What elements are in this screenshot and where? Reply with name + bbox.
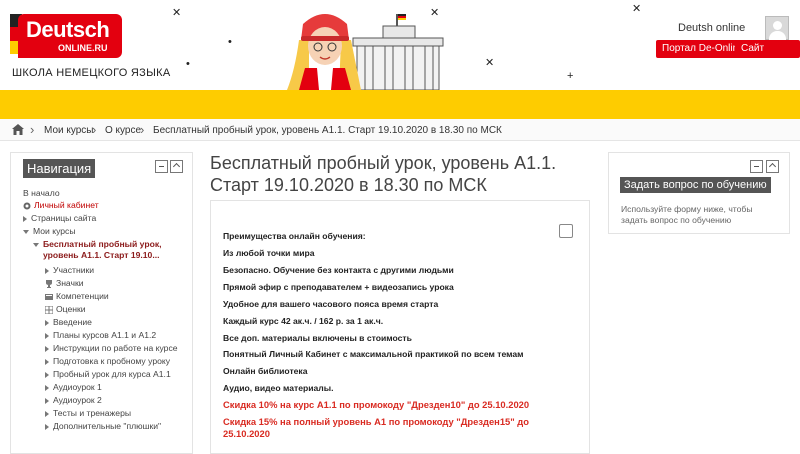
expand-icon [45,332,49,339]
expand-icon [45,345,49,352]
header-illustration [287,14,444,90]
nav-item-dashboard[interactable]: Личный кабинет [23,200,99,210]
expand-icon [45,384,49,391]
logo-sub-text: ONLINE.RU [58,43,108,53]
ask-question-title: Задать вопрос по обучению [620,177,771,193]
breadcrumb-separator-icon: › [140,122,145,137]
expand-icon [45,371,49,378]
dot-deco-icon: • [186,58,190,70]
cross-deco-icon: ✕ [172,7,182,19]
breadcrumb-current-page: Бесплатный пробный урок, уровень А1.1. С… [153,125,502,136]
completion-checkbox[interactable] [559,224,573,238]
nav-item-section[interactable]: Введение [45,317,92,327]
collapse-block-icon[interactable] [750,160,763,173]
nav-item-grades[interactable]: Оценки [45,304,86,314]
feature-item: Из любой точки мира [223,248,315,258]
breadcrumb: › Мои курсы › О курсе › Бесплатный пробн… [0,119,800,141]
course-description: Преимущества онлайн обучения: Из любой т… [210,200,590,454]
user-name[interactable]: Deutsh online [678,22,745,34]
school-tagline: ШКОЛА НЕМЕЦКОГО ЯЗЫКА [12,67,171,79]
competencies-icon [45,293,53,300]
navigation-block: Навигация В начало Личный кабинет Страни… [10,152,193,454]
promo-offer: Скидка 15% на полный уровень А1 по промо… [223,416,529,439]
nav-item-home[interactable]: В начало [23,188,60,198]
dashboard-icon [23,202,31,210]
school-logo[interactable]: Deutsch ONLINE.RU [10,14,122,62]
nav-item-my-courses[interactable]: Мои курсы [23,226,76,236]
expand-icon [45,397,49,404]
feature-item: Каждый курс 42 ак.ч. / 162 р. за 1 ак.ч. [223,316,384,326]
nav-item-section[interactable]: Тесты и тренажеры [45,408,131,418]
breadcrumb-separator-icon: › [92,122,97,137]
page-title: Бесплатный пробный урок, уровень А1.1. С… [210,153,557,195]
feature-item: Все доп. материалы включены в стоимость [223,333,412,343]
nav-item-participants[interactable]: Участники [45,265,94,275]
expand-icon [45,410,49,417]
feature-item: Аудио, видео материалы. [223,383,334,393]
dot-deco-icon: • [228,36,232,48]
cross-deco-icon: ✕ [485,57,495,69]
nav-item-section[interactable]: Аудиоурок 2 [45,395,102,405]
ask-question-block: Задать вопрос по обучению Используйте фо… [608,152,790,234]
nav-item-section[interactable]: Дополнительные "плюшки" [45,421,161,431]
nav-item-current-course[interactable]: Бесплатный пробный урок, уровень А1.1. С… [33,239,183,261]
breadcrumb-about-course[interactable]: О курсе [105,125,141,136]
header-band [0,90,800,119]
promo-offer: Скидка 10% на курс А1.1 по промокоду "Др… [223,399,530,410]
collapse-icon [33,243,39,247]
breadcrumb-separator-icon: › [30,122,35,137]
collapse-block-icon[interactable] [155,160,168,173]
nav-item-section[interactable]: Подготовка к пробному уроку [45,356,170,366]
logo-main-text: Deutsch [26,17,110,42]
nav-item-site-pages[interactable]: Страницы сайта [23,213,96,223]
expand-icon [45,358,49,365]
nav-item-competencies[interactable]: Компетенции [45,291,109,301]
navigation-title: Навигация [23,159,96,178]
expand-icon [45,423,49,430]
feature-item: Онлайн библиотека [223,366,308,376]
ask-question-text: Используйте форму ниже, чтобы задать воп… [621,204,753,225]
user-avatar[interactable] [765,16,789,41]
expand-icon [23,215,27,222]
cross-deco-icon: ✕ [632,3,642,15]
nav-item-section[interactable]: Пробный урок для курса А1.1 [45,369,171,379]
breadcrumb-my-courses[interactable]: Мои курсы [44,125,94,136]
feature-item: Прямой эфир с преподавателем + видеозапи… [223,282,454,292]
plus-deco-icon: + [567,70,574,82]
nav-item-section[interactable]: Планы курсов А1.1 и А1.2 [45,330,156,340]
trophy-icon [46,279,52,288]
nav-item-badges[interactable]: Значки [45,278,84,288]
dock-block-icon[interactable] [766,160,779,173]
nav-item-section[interactable]: Инструкции по работе на курсе [45,343,178,353]
site-header: Deutsch ONLINE.RU ШКОЛА НЕМЕЦКОГО ЯЗЫКА … [0,0,800,90]
nav-item-section[interactable]: Аудиоурок 1 [45,382,102,392]
feature-item: Понятный Личный Кабинет с максимальной п… [223,349,524,359]
school-site-button[interactable]: Сайт школы [735,40,800,72]
feature-item: Удобное для вашего часового пояса время … [223,299,439,309]
expand-icon [45,267,49,274]
feature-heading: Преимущества онлайн обучения: [223,231,366,241]
dock-block-icon[interactable] [170,160,183,173]
collapse-icon [23,229,29,234]
expand-icon [45,319,49,326]
feature-item: Безопасно. Обучение без контакта с други… [223,265,454,275]
grades-table-icon [45,305,53,314]
home-icon[interactable] [12,124,24,135]
